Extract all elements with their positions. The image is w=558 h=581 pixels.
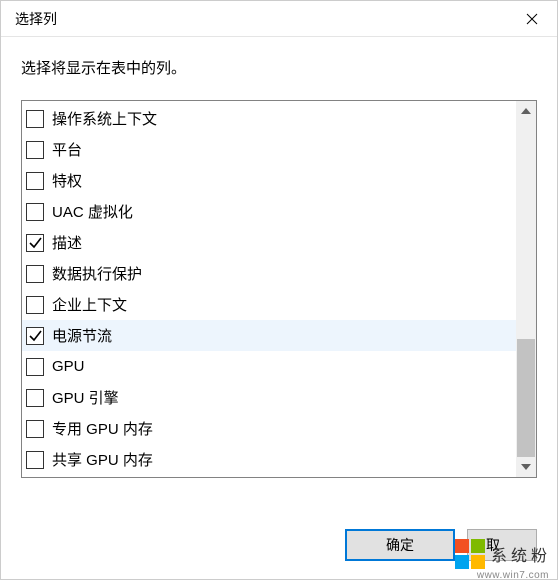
column-checkbox[interactable] bbox=[26, 327, 44, 345]
column-item[interactable]: 专用 GPU 内存 bbox=[22, 413, 516, 444]
dialog-content: 选择将显示在表中的列。 操作系统上下文平台特权 UAC 虚拟化描述数据执行保护企业… bbox=[1, 37, 557, 478]
scroll-up-button[interactable] bbox=[516, 101, 536, 121]
column-item[interactable]: 特权 bbox=[22, 165, 516, 196]
columns-listbox-container: 操作系统上下文平台特权 UAC 虚拟化描述数据执行保护企业上下文电源节流 GPU GP… bbox=[21, 100, 537, 478]
column-checkbox[interactable] bbox=[26, 141, 44, 159]
close-icon bbox=[526, 13, 538, 25]
checkmark-icon bbox=[29, 329, 42, 342]
column-label: UAC 虚拟化 bbox=[52, 201, 133, 222]
column-item[interactable]: UAC 虚拟化 bbox=[22, 196, 516, 227]
column-checkbox[interactable] bbox=[26, 265, 44, 283]
column-item[interactable]: 企业上下文 bbox=[22, 289, 516, 320]
ok-button[interactable]: 确定 bbox=[345, 529, 455, 561]
column-checkbox[interactable] bbox=[26, 110, 44, 128]
column-label: 特权 bbox=[52, 170, 82, 191]
dialog-title: 选择列 bbox=[15, 9, 57, 29]
column-label: 操作系统上下文 bbox=[52, 108, 157, 129]
column-item[interactable]: GPU bbox=[22, 351, 516, 382]
chevron-up-icon bbox=[521, 108, 531, 114]
close-button[interactable] bbox=[507, 1, 557, 37]
column-checkbox[interactable] bbox=[26, 451, 44, 469]
column-label: 数据执行保护 bbox=[52, 263, 142, 284]
column-label: 企业上下文 bbox=[52, 294, 127, 315]
column-label: GPU 引擎 bbox=[52, 387, 119, 408]
watermark-url: www.win7.com bbox=[477, 570, 549, 581]
scroll-thumb[interactable] bbox=[517, 339, 535, 457]
column-label: 电源节流 bbox=[52, 325, 112, 346]
watermark-text: 系统粉 bbox=[491, 542, 551, 566]
column-checkbox[interactable] bbox=[26, 358, 44, 376]
column-item[interactable]: 共享 GPU 内存 bbox=[22, 444, 516, 475]
columns-listbox[interactable]: 操作系统上下文平台特权 UAC 虚拟化描述数据执行保护企业上下文电源节流 GPU GP… bbox=[22, 101, 516, 477]
column-checkbox[interactable] bbox=[26, 420, 44, 438]
column-item[interactable]: 电源节流 bbox=[22, 320, 516, 351]
watermark-logo-icon bbox=[455, 539, 485, 569]
scrollbar[interactable] bbox=[516, 101, 536, 477]
scroll-down-button[interactable] bbox=[516, 457, 536, 477]
column-checkbox[interactable] bbox=[26, 172, 44, 190]
column-item[interactable]: GPU 引擎 bbox=[22, 382, 516, 413]
checkmark-icon bbox=[29, 236, 42, 249]
column-item[interactable]: 操作系统上下文 bbox=[22, 103, 516, 134]
select-columns-dialog: 选择列 选择将显示在表中的列。 操作系统上下文平台特权 UAC 虚拟化描述数据执行… bbox=[0, 0, 558, 580]
instruction-text: 选择将显示在表中的列。 bbox=[21, 57, 537, 78]
column-checkbox[interactable] bbox=[26, 203, 44, 221]
column-checkbox[interactable] bbox=[26, 234, 44, 252]
column-item[interactable]: 描述 bbox=[22, 227, 516, 258]
column-checkbox[interactable] bbox=[26, 296, 44, 314]
column-label: 共享 GPU 内存 bbox=[52, 449, 153, 470]
column-item[interactable]: 数据执行保护 bbox=[22, 258, 516, 289]
titlebar: 选择列 bbox=[1, 1, 557, 37]
chevron-down-icon bbox=[521, 464, 531, 470]
column-label: 专用 GPU 内存 bbox=[52, 418, 153, 439]
column-label: 描述 bbox=[52, 232, 82, 253]
column-checkbox[interactable] bbox=[26, 389, 44, 407]
column-label: 平台 bbox=[52, 139, 82, 160]
column-item[interactable]: 平台 bbox=[22, 134, 516, 165]
watermark: 系统粉 bbox=[455, 539, 551, 569]
column-label: GPU bbox=[52, 358, 85, 375]
